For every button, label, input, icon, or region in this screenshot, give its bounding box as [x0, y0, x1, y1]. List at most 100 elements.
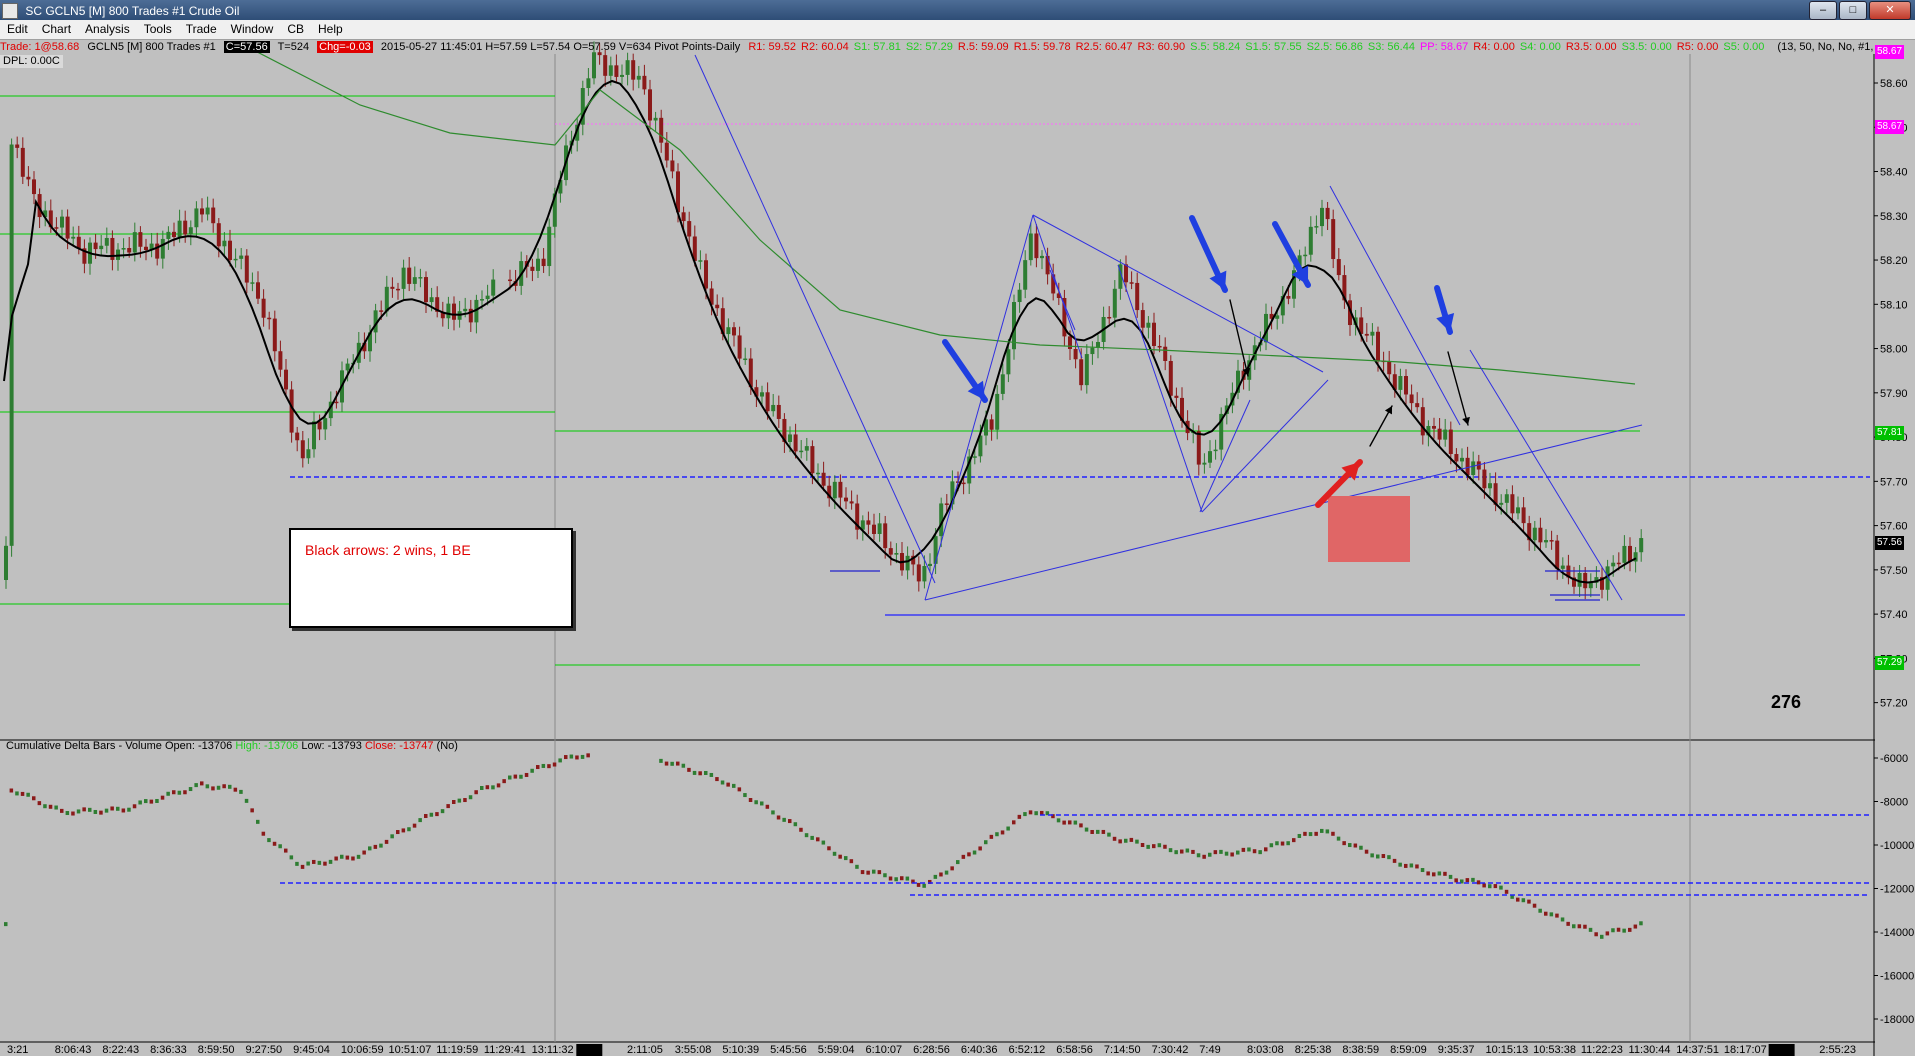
candle-body [172, 231, 176, 238]
delta-bar [384, 839, 389, 844]
price-panel[interactable] [0, 41, 1870, 666]
delta-bar [541, 763, 546, 768]
candle-body [244, 255, 249, 283]
candle-body [1420, 407, 1425, 436]
menu-trade[interactable]: Trade [179, 20, 224, 39]
pivot-level: R3.5: 0.00 [1565, 41, 1617, 53]
candle-body [1135, 282, 1140, 311]
delta-bar [972, 850, 977, 855]
delta-bar [205, 784, 210, 789]
dpl-label: DPL: 0.00C [0, 55, 63, 68]
candle-body [1286, 295, 1291, 299]
delta-bar [1566, 921, 1570, 926]
candle-body [536, 258, 540, 271]
subchart-open: Open: -13706 [164, 740, 233, 752]
pivot-level: S4: 0.00 [1519, 41, 1561, 53]
candle-body [54, 227, 59, 229]
delta-bar [530, 768, 534, 773]
pivot-level: R3: 60.90 [1137, 41, 1186, 53]
time-axis-label: 10:06:59 [341, 1044, 384, 1056]
candle-body [9, 144, 14, 546]
delta-bar [748, 797, 753, 802]
annotation-textbox[interactable]: Black arrows: 2 wins, 1 BE [289, 528, 573, 628]
delta-bar [776, 815, 781, 820]
delta-bar [1084, 827, 1089, 832]
delta-bar [99, 810, 103, 815]
price-axis-label: 57.20 [1880, 698, 1908, 710]
delta-bar [1163, 844, 1167, 849]
candle-body [194, 208, 199, 228]
menu-cb[interactable]: CB [280, 20, 311, 39]
candle-body [1454, 454, 1459, 462]
delta-bar [20, 791, 25, 796]
delta-bar [1420, 868, 1425, 873]
maximize-button[interactable]: □ [1839, 1, 1867, 20]
delta-bar [418, 818, 422, 823]
delta-bar [166, 791, 170, 796]
candle-body [1521, 507, 1526, 524]
delta-axis-label: -16000 [1880, 971, 1914, 983]
close-button[interactable]: ✕ [1869, 1, 1911, 20]
delta-bar [1023, 812, 1027, 817]
black-arrow [1447, 351, 1469, 426]
time-axis-label: 8:59:50 [198, 1044, 235, 1056]
menu-analysis[interactable]: Analysis [78, 20, 137, 39]
time-axis-label: 8:03:08 [1247, 1044, 1284, 1056]
time-axis-label: 8:22:43 [102, 1044, 139, 1056]
delta-bar [709, 772, 714, 777]
menu-tools[interactable]: Tools [137, 20, 179, 39]
delta-bar [900, 876, 904, 881]
delta-bar [200, 781, 204, 786]
pivot-level: S2.5: 56.86 [1306, 41, 1363, 53]
candle-body [384, 286, 389, 312]
candle-body [872, 524, 876, 534]
delta-bar [1308, 832, 1313, 837]
menu-edit[interactable]: Edit [0, 20, 35, 39]
candle-body [1073, 349, 1078, 360]
price-axis-label: 58.60 [1880, 78, 1908, 90]
delta-bar [1062, 820, 1066, 825]
menu-window[interactable]: Window [224, 20, 281, 39]
delta-bar [1258, 850, 1262, 855]
delta-bar [491, 785, 495, 790]
candle-body [452, 303, 456, 320]
delta-bar [1213, 850, 1218, 855]
candle-body [20, 147, 25, 177]
delta-bar [177, 790, 182, 795]
candle-body [256, 282, 260, 299]
delta-bar [1488, 884, 1492, 889]
candle-body [233, 258, 238, 261]
trend-line [1117, 264, 1203, 513]
candle-body [1314, 226, 1319, 228]
delta-bar [65, 811, 70, 816]
candle-body [1460, 457, 1464, 462]
price-tag: 57.29 [1875, 655, 1905, 670]
delta-bar [967, 852, 971, 857]
candle-body [1040, 255, 1044, 259]
price-chart[interactable]: 58.6058.5058.4058.3058.2058.1058.0057.90… [0, 40, 1915, 1056]
window-titlebar[interactable]: SC GCLN5 [M] 800 Trades #1 Crude Oil – □… [0, 0, 1915, 20]
trend-line [1199, 399, 1251, 513]
price-axis-label: 57.40 [1880, 609, 1908, 621]
candle-body [1488, 483, 1492, 489]
delta-bar [54, 805, 58, 810]
price-tag: 57.81 [1875, 425, 1905, 440]
delta-bar [1028, 810, 1033, 815]
delta-bar [1252, 849, 1257, 854]
menu-help[interactable]: Help [311, 20, 350, 39]
minimize-button[interactable]: – [1809, 1, 1837, 20]
candle-body [205, 207, 210, 215]
candle-body [401, 267, 406, 289]
candle-body [642, 75, 647, 90]
delta-bar [933, 874, 938, 879]
candle-body [1387, 361, 1392, 375]
delta-bar [1577, 924, 1582, 929]
delta-panel[interactable] [4, 753, 1870, 939]
candle-body [793, 434, 798, 452]
delta-bar [1398, 862, 1402, 867]
delta-bar [1017, 814, 1022, 819]
delta-bar [1639, 921, 1643, 926]
study-params: (13, 50, No, No, #1, N [1777, 41, 1875, 53]
menu-chart[interactable]: Chart [35, 20, 78, 39]
delta-bar [1549, 912, 1554, 917]
